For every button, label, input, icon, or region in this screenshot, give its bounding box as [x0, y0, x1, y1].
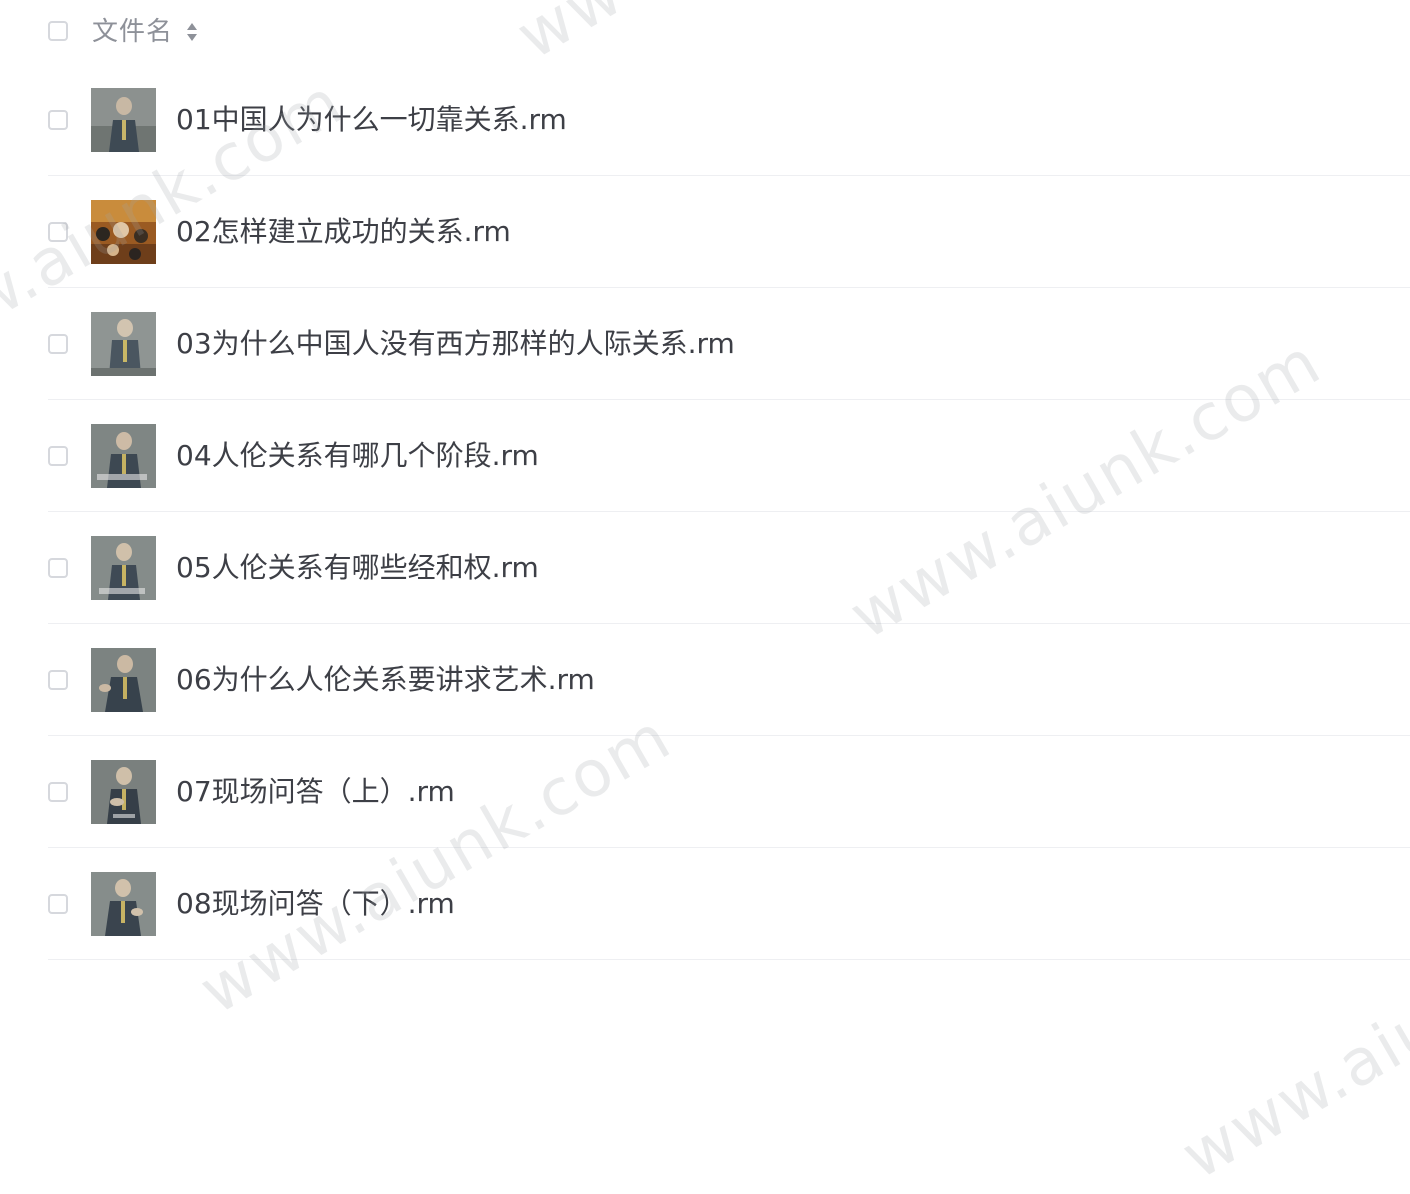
- file-name[interactable]: 01中国人为什么一切靠关系.rm: [176, 100, 567, 140]
- file-name[interactable]: 07现场问答（上）.rm: [176, 772, 455, 812]
- file-row[interactable]: 02怎样建立成功的关系.rm: [0, 176, 1410, 288]
- file-row-checkbox[interactable]: [48, 222, 68, 242]
- file-row[interactable]: 03为什么中国人没有西方那样的人际关系.rm: [0, 288, 1410, 400]
- video-thumbnail: [91, 200, 156, 264]
- file-name[interactable]: 04人伦关系有哪几个阶段.rm: [176, 436, 539, 476]
- file-row-checkbox[interactable]: [48, 894, 68, 914]
- file-row[interactable]: 01中国人为什么一切靠关系.rm: [0, 64, 1410, 176]
- file-name[interactable]: 02怎样建立成功的关系.rm: [176, 212, 511, 252]
- file-row-checkbox[interactable]: [48, 334, 68, 354]
- video-thumbnail: [91, 312, 156, 376]
- file-row[interactable]: 07现场问答（上）.rm: [0, 736, 1410, 848]
- file-list-header: 文件名: [0, 0, 1410, 64]
- file-name[interactable]: 08现场问答（下）.rm: [176, 884, 455, 924]
- file-row-checkbox[interactable]: [48, 558, 68, 578]
- file-row[interactable]: 08现场问答（下）.rm: [0, 848, 1410, 960]
- file-row-checkbox[interactable]: [48, 670, 68, 690]
- file-row-checkbox[interactable]: [48, 782, 68, 802]
- video-thumbnail: [91, 536, 156, 600]
- video-thumbnail: [91, 872, 156, 936]
- sort-up-down-icon[interactable]: [185, 20, 199, 44]
- file-row[interactable]: 05人伦关系有哪些经和权.rm: [0, 512, 1410, 624]
- file-name[interactable]: 03为什么中国人没有西方那样的人际关系.rm: [176, 324, 735, 364]
- select-all-checkbox[interactable]: [48, 21, 68, 41]
- video-thumbnail: [91, 648, 156, 712]
- file-name[interactable]: 05人伦关系有哪些经和权.rm: [176, 548, 539, 588]
- file-row-checkbox[interactable]: [48, 110, 68, 130]
- file-row[interactable]: 06为什么人伦关系要讲求艺术.rm: [0, 624, 1410, 736]
- video-thumbnail: [91, 424, 156, 488]
- file-name[interactable]: 06为什么人伦关系要讲求艺术.rm: [176, 660, 595, 700]
- video-thumbnail: [91, 760, 156, 824]
- filename-column-header[interactable]: 文件名: [92, 14, 173, 50]
- row-divider: [48, 959, 1410, 960]
- video-thumbnail: [91, 88, 156, 152]
- file-row-checkbox[interactable]: [48, 446, 68, 466]
- file-row[interactable]: 04人伦关系有哪几个阶段.rm: [0, 400, 1410, 512]
